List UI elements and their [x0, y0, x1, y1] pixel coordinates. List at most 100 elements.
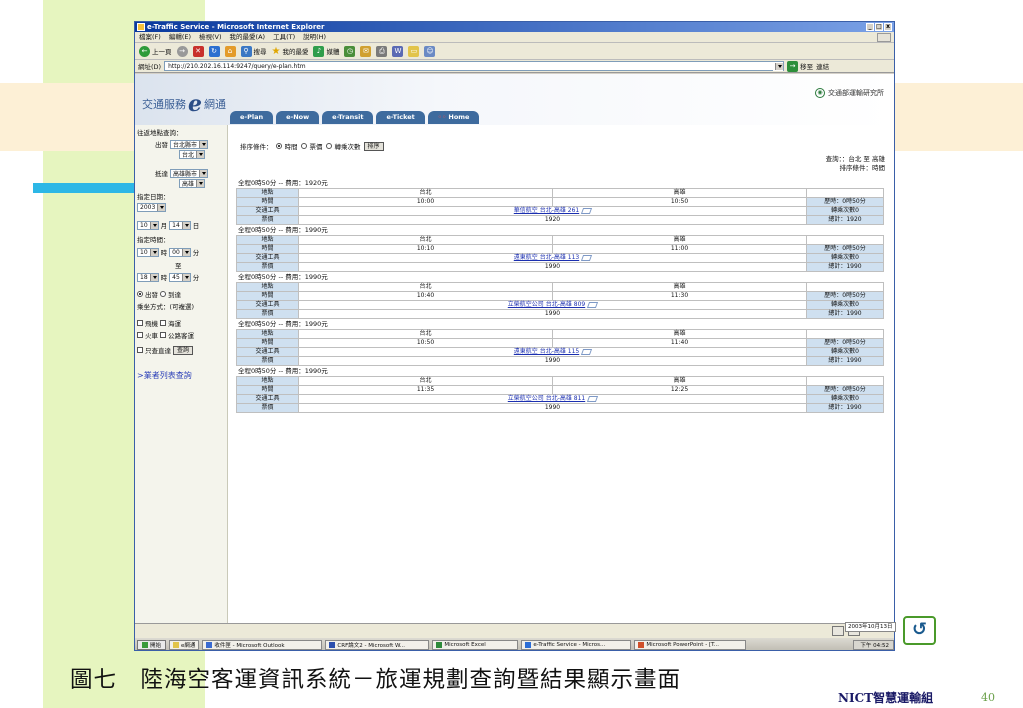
windows-logo-icon	[142, 641, 148, 648]
side-cell	[806, 282, 884, 292]
depart-city-select[interactable]: 台北縣市	[170, 139, 209, 149]
search-button[interactable]: ⚲ 搜尋	[240, 45, 267, 57]
sort-button[interactable]: 排序	[363, 141, 384, 151]
to-place: 高雄	[552, 235, 807, 245]
url-dropdown[interactable]	[773, 61, 784, 71]
quicklaunch-item[interactable]: e網通	[169, 639, 200, 650]
operator-list-link[interactable]: >業者列表查詢	[137, 370, 192, 381]
mode-label: 乘坐方式：(可複選)	[137, 303, 195, 311]
month-select[interactable]: 10	[137, 220, 159, 230]
checkbox-bus[interactable]	[160, 332, 166, 338]
back-button[interactable]: ← 上一頁	[139, 45, 172, 57]
table-row: 票價 1990 總計：1990	[236, 309, 884, 319]
to-minute-select[interactable]: 45	[169, 272, 191, 282]
url-field[interactable]: http://210.202.16.114:9247/query/e-plan.…	[164, 61, 785, 71]
fare: 1990	[298, 356, 807, 366]
table-row: 交通工具 華信航空 台北-高雄 261 轉乘次數0	[236, 206, 884, 216]
row-label: 地點	[236, 235, 299, 245]
itinerary-table: 地點 台北 高雄 時間 10:10 11:00 歷時：0時50分 交通工具 遠東航空 台北-高雄…	[236, 235, 884, 272]
maximize-button[interactable]: □	[875, 23, 883, 31]
menu-help[interactable]: 說明(H)	[303, 32, 326, 42]
task-excel[interactable]: Microsoft Excel	[432, 639, 519, 650]
flight-link[interactable]: 遠東航空 台北-高雄 113	[514, 254, 579, 261]
radio-arrive[interactable]	[160, 291, 166, 297]
windows-logo-icon	[877, 33, 891, 42]
menu-favorites[interactable]: 我的最愛(A)	[230, 32, 266, 42]
start-button[interactable]: 開始	[137, 639, 167, 650]
slide-footer: NICT智慧運輸組	[838, 691, 934, 705]
history-icon[interactable]: ◷	[344, 45, 356, 57]
edit-icon[interactable]: W	[392, 45, 404, 57]
query-summary: 查詢：：台北 至 高雄 排序條件：時間	[825, 155, 885, 172]
chevron-down-icon	[149, 273, 158, 281]
close-button[interactable]: x	[884, 23, 892, 31]
table-row: 票價 1990 總計：1990	[236, 356, 884, 366]
flight-link[interactable]: 立榮航空公司 台北-高雄 811	[508, 395, 585, 402]
checkbox-rail[interactable]	[137, 332, 143, 338]
task-ie[interactable]: e-Traffic Service - Micros...	[521, 639, 632, 650]
site-logo[interactable]: 交通服務 e 網通	[142, 91, 226, 117]
minimize-button[interactable]: _	[866, 23, 874, 31]
sort-radio-price[interactable]	[300, 143, 307, 149]
transport-cell: 遠東航空 台北-高雄 113	[298, 253, 807, 263]
radio-depart[interactable]	[137, 291, 143, 297]
to-place: 高雄	[552, 188, 807, 198]
task-outlook[interactable]: 收件匣 - Microsoft Outlook	[202, 639, 323, 650]
slide-band-right	[892, 83, 1023, 151]
tab-e-plan[interactable]: e-Plan	[230, 111, 274, 124]
sort-radio-transfers[interactable]	[325, 143, 332, 149]
row-label: 地點	[236, 188, 299, 198]
forward-button[interactable]: →	[176, 45, 188, 57]
tab-e-ticket[interactable]: e-Ticket	[376, 111, 425, 124]
task-word[interactable]: CRF論文2 - Microsoft W...	[325, 639, 430, 650]
menu-file[interactable]: 檔案(F)	[139, 32, 161, 42]
go-button[interactable]: → 移至	[787, 60, 813, 72]
checkbox-sea[interactable]	[160, 320, 166, 326]
from-minute-select[interactable]: 00	[169, 247, 191, 257]
depart-label: 出發	[155, 141, 168, 149]
flight-link[interactable]: 立榮航空公司 台北-高雄 809	[508, 301, 585, 308]
transport-cell: 遠東航空 台北-高雄 115	[298, 347, 807, 357]
to-hour-select[interactable]: 18	[137, 272, 159, 282]
transport-cell: 立榮航空公司 台北-高雄 811	[298, 394, 807, 404]
system-tray: 下午 04:52	[853, 639, 894, 650]
transfer-count: 轉乘次數0	[806, 253, 884, 263]
links-button[interactable]: 連結	[816, 61, 829, 71]
flight-link[interactable]: 遠東航空 台北-高雄 115	[514, 348, 579, 355]
mail-icon[interactable]: ✉	[360, 45, 372, 57]
chevron-down-icon	[181, 248, 190, 256]
tab-home[interactable]: ◦◦ Home	[427, 111, 480, 124]
return-icon[interactable]: ↺	[903, 616, 936, 645]
media-button[interactable]: ♪ 媒體	[313, 45, 339, 57]
checkbox-air[interactable]	[137, 320, 143, 326]
stop-icon[interactable]: ✕	[192, 45, 204, 57]
task-powerpoint[interactable]: Microsoft PowerPoint - [T...	[634, 639, 747, 650]
total: 總計：1990	[806, 403, 884, 413]
menu-view[interactable]: 檢視(V)	[199, 32, 222, 42]
menu-edit[interactable]: 編輯(E)	[169, 32, 191, 42]
folder-icon[interactable]: ▭	[408, 45, 420, 57]
arrive-city-select[interactable]: 高雄縣市	[170, 168, 209, 178]
messenger-icon[interactable]: ☺	[424, 45, 436, 57]
status-bar	[135, 623, 894, 638]
checkbox-direct-only[interactable]	[137, 347, 143, 353]
flight-link[interactable]: 華信航空 台北-高雄 261	[514, 207, 579, 214]
year-select[interactable]: 2003	[137, 203, 167, 212]
sort-radio-time[interactable]	[275, 143, 282, 149]
menu-tools[interactable]: 工具(T)	[273, 32, 295, 42]
side-cell	[806, 329, 884, 339]
day-select[interactable]: 14	[169, 220, 191, 230]
refresh-icon[interactable]: ↻	[208, 45, 220, 57]
tab-e-transit[interactable]: e-Transit	[322, 111, 374, 124]
favorites-button[interactable]: ★ 我的最愛	[272, 46, 309, 57]
print-icon[interactable]: ⎙	[376, 45, 388, 57]
query-button[interactable]: 查詢	[173, 345, 194, 355]
home-icon[interactable]: ⌂	[224, 45, 236, 57]
row-label: 票價	[236, 309, 299, 319]
tab-e-now[interactable]: e-Now	[276, 111, 320, 124]
arrive-station-select[interactable]: 高雄	[179, 179, 206, 188]
depart-station-select[interactable]: 台北	[179, 150, 206, 159]
itinerary-table: 地點 台北 高雄 時間 10:40 11:30 歷時：0時50分 交通工具 立榮航空公司 台北-…	[236, 282, 884, 319]
sort-controls: 排序條件： 時間 票價 轉乘次數 排序	[240, 141, 384, 151]
from-hour-select[interactable]: 10	[137, 247, 159, 257]
